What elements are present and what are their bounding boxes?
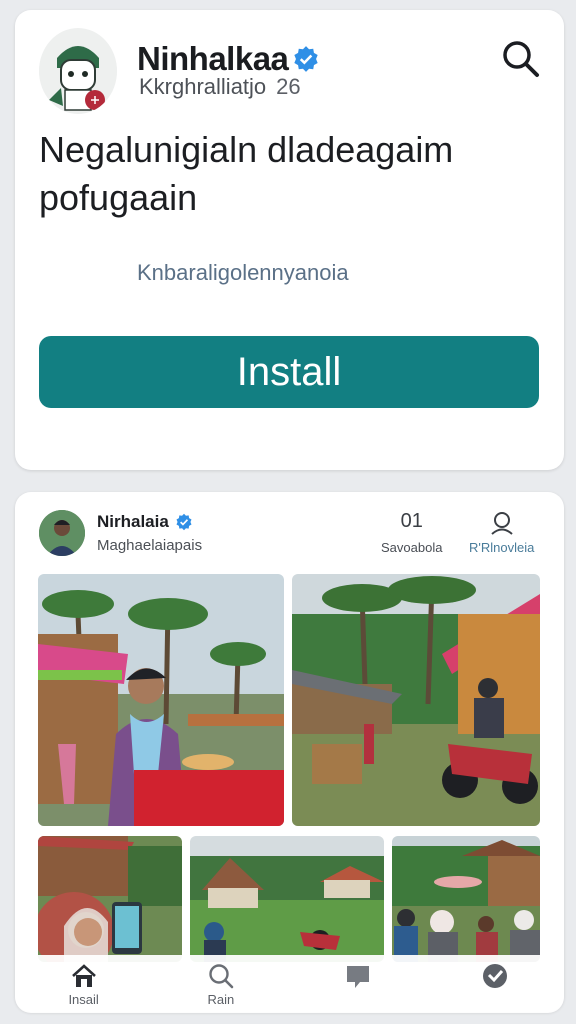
nav-check[interactable] — [455, 962, 535, 1007]
app-name: Ninhalkaa — [137, 40, 289, 77]
check-icon — [483, 963, 508, 988]
app-subtitle: Kkrghralliatjo — [139, 74, 267, 99]
app-link[interactable]: Knbaraligolennyanoia — [137, 260, 349, 286]
nav-search-label: Rain — [207, 991, 235, 1007]
stat-posts[interactable]: 01 Savoabola — [381, 510, 442, 555]
user-icon — [491, 512, 513, 535]
photo-market-vendor[interactable] — [38, 574, 284, 826]
stat-label: Savoabola — [381, 540, 443, 555]
search-icon[interactable] — [498, 36, 542, 80]
photo-woman-phone[interactable] — [38, 836, 182, 962]
stat-label: R'Rlnovleia — [469, 540, 535, 555]
stat-value: 01 — [400, 510, 423, 532]
nav-home[interactable]: Insail — [44, 962, 124, 1007]
post-card: Nirhalaia Maghaelaiapais 01 Savoabola R'… — [15, 492, 564, 1012]
app-avatar — [39, 28, 117, 114]
post-subtitle: Maghaelaiapais — [97, 537, 203, 554]
home-icon — [71, 963, 96, 987]
post-author[interactable]: Nirhalaia — [97, 512, 169, 532]
app-title-row: Ninhalkaa — [137, 40, 320, 78]
install-button[interactable]: Install — [39, 336, 539, 408]
verified-badge-icon — [176, 513, 192, 531]
post-avatar[interactable] — [39, 510, 85, 556]
stat-followers[interactable]: R'Rlnovleia — [469, 510, 534, 555]
app-count: 26 — [276, 74, 301, 99]
app-card: Ninhalkaa Kkrghralliatjo 26 Negalunigial… — [15, 10, 564, 470]
nav-search[interactable]: Rain — [181, 962, 261, 1007]
photo-village-field[interactable] — [190, 836, 384, 962]
nav-chat[interactable] — [318, 962, 398, 1007]
verified-badge-icon — [294, 46, 319, 72]
bottom-navigation: Insail Rain — [15, 955, 564, 1013]
search-icon — [209, 963, 234, 988]
app-headline: Negalunigialn dladeagaim pofugaain — [39, 129, 454, 218]
post-author-row: Nirhalaia — [97, 512, 193, 532]
photo-market-crowd[interactable] — [392, 836, 540, 962]
chat-icon — [347, 965, 370, 988]
nav-home-label: Insail — [68, 991, 99, 1007]
app-subtitle-row: Kkrghralliatjo 26 — [139, 74, 301, 100]
photo-village-road[interactable] — [292, 574, 540, 826]
